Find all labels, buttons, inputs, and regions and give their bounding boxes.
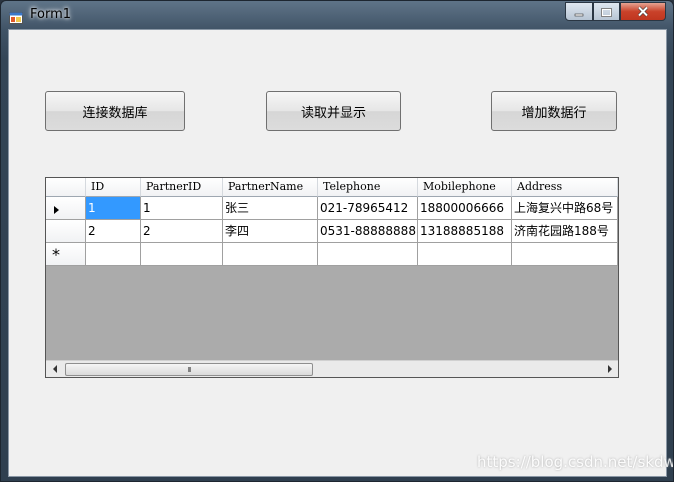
horizontal-scrollbar[interactable]: III [46, 360, 618, 377]
connect-database-button[interactable]: 连接数据库 [45, 91, 185, 131]
column-header-mobilephone[interactable]: Mobilephone [418, 178, 512, 197]
row-header[interactable] [46, 220, 86, 243]
close-button[interactable] [620, 2, 666, 21]
add-row-button[interactable]: 增加数据行 [491, 91, 617, 131]
grid-header-row: ID PartnerID PartnerName Telephone Mobil… [46, 178, 618, 197]
cell-address[interactable]: 济南花园路188号 [512, 220, 618, 243]
new-cell-address[interactable] [512, 243, 618, 266]
watermark-text: https://blog.csdn.net/skdwl [477, 453, 674, 471]
cell-partnerid[interactable]: 1 [141, 197, 223, 220]
scroll-right-button[interactable] [601, 361, 618, 377]
scroll-left-arrow-icon [52, 364, 58, 375]
new-cell-partnerid[interactable] [141, 243, 223, 266]
data-grid-view[interactable]: ID PartnerID PartnerName Telephone Mobil… [45, 177, 619, 378]
cell-telephone[interactable]: 021-78965412 [318, 197, 418, 220]
column-header-address[interactable]: Address [512, 178, 618, 197]
new-row-header[interactable]: * [46, 243, 86, 266]
read-display-button[interactable]: 读取并显示 [266, 91, 401, 131]
maximize-button[interactable] [593, 2, 620, 21]
column-header-partnerid[interactable]: PartnerID [141, 178, 223, 197]
table-row[interactable]: 2 2 李四 0531-88888888 13188885188 济南花园路18… [46, 220, 618, 243]
cell-address[interactable]: 上海复兴中路68号 [512, 197, 618, 220]
new-row[interactable]: * [46, 243, 618, 266]
cell-mobilephone[interactable]: 13188885188 [418, 220, 512, 243]
scroll-left-button[interactable] [46, 361, 63, 377]
maximize-icon [601, 2, 612, 21]
window-title: Form1 [30, 7, 72, 22]
new-cell-id[interactable] [86, 243, 141, 266]
column-header-id[interactable]: ID [86, 178, 141, 197]
new-cell-telephone[interactable] [318, 243, 418, 266]
minimize-icon [574, 2, 584, 21]
form-client-area: 连接数据库 读取并显示 增加数据行 ID PartnerID PartnerNa… [8, 29, 667, 477]
cell-id[interactable]: 1 [86, 197, 141, 220]
scroll-right-arrow-icon [607, 364, 613, 375]
app-window: Form1 连接数据库 读取并显示 增加数据行 ID PartnerID Par… [0, 0, 674, 482]
cell-telephone[interactable]: 0531-88888888 [318, 220, 418, 243]
column-header-telephone[interactable]: Telephone [318, 178, 418, 197]
cell-partnername[interactable]: 张三 [223, 197, 318, 220]
grip-icon: III [187, 365, 191, 374]
grid-corner-header[interactable] [46, 178, 86, 197]
cell-mobilephone[interactable]: 18800006666 [418, 197, 512, 220]
title-bar[interactable]: Form1 [1, 1, 673, 29]
close-icon [637, 2, 649, 21]
column-header-partnername[interactable]: PartnerName [223, 178, 318, 197]
new-cell-mobilephone[interactable] [418, 243, 512, 266]
scrollbar-thumb[interactable]: III [65, 363, 313, 376]
new-row-asterisk-icon: * [52, 245, 60, 264]
cell-partnerid[interactable]: 2 [141, 220, 223, 243]
current-row-arrow-icon [53, 201, 61, 220]
new-cell-partnername[interactable] [223, 243, 318, 266]
row-header[interactable] [46, 197, 86, 220]
cell-id[interactable]: 2 [86, 220, 141, 243]
table-row[interactable]: 1 1 张三 021-78965412 18800006666 上海复兴中路68… [46, 197, 618, 220]
form-app-icon [9, 9, 23, 24]
cell-partnername[interactable]: 李四 [223, 220, 318, 243]
minimize-button[interactable] [565, 2, 593, 21]
